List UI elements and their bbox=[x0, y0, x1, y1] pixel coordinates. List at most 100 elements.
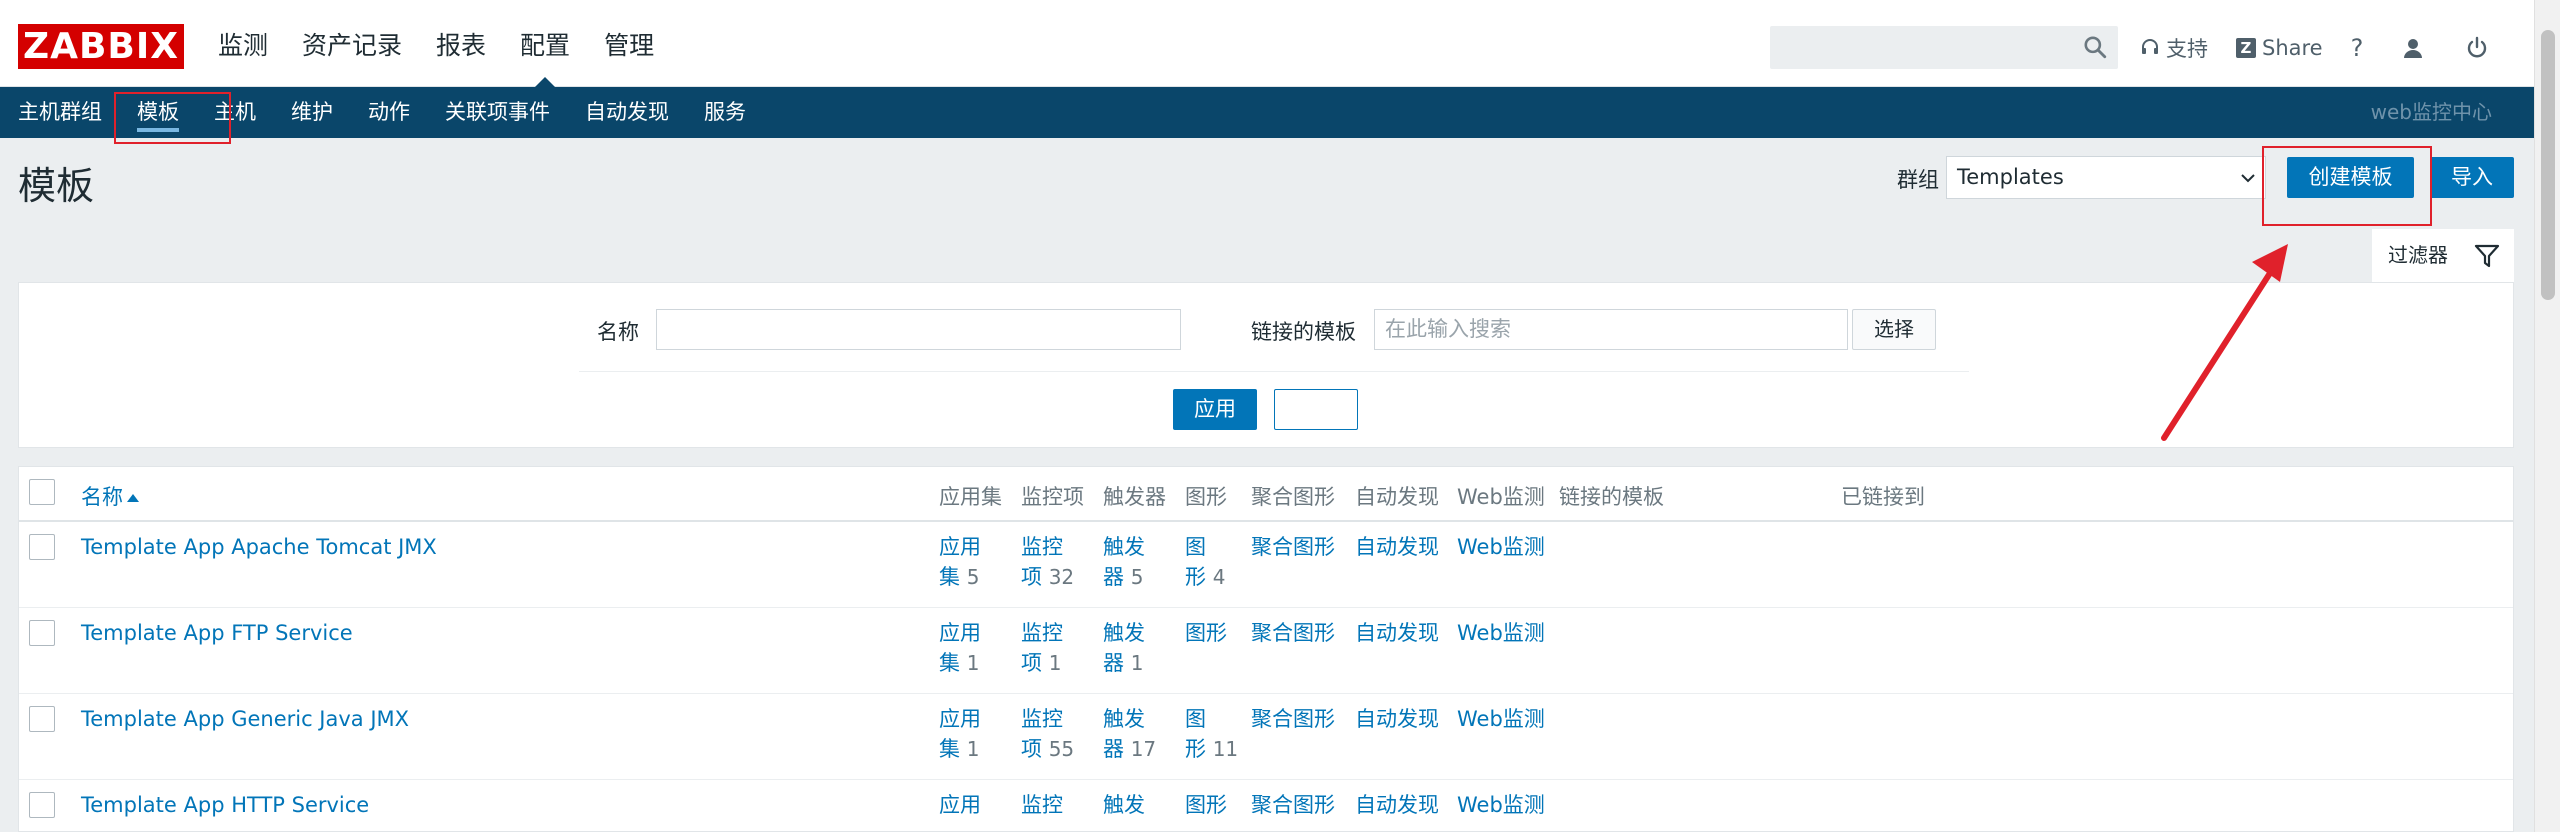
global-search-input[interactable] bbox=[1770, 26, 2118, 69]
discovery-link[interactable]: 自动发现 bbox=[1355, 618, 1439, 648]
apps-link[interactable]: 应用集 5 bbox=[939, 532, 981, 592]
items-link[interactable]: 监控 bbox=[1021, 790, 1063, 820]
graphs-link[interactable]: 图形 11 bbox=[1185, 704, 1238, 764]
sort-asc-icon bbox=[127, 494, 139, 502]
main-nav: 监测 资产记录 报表 配置 管理 bbox=[218, 0, 688, 87]
subnav-maintenance[interactable]: 维护 bbox=[291, 87, 333, 138]
annotation-box-templates bbox=[114, 92, 231, 144]
discovery-link[interactable]: 自动发现 bbox=[1355, 790, 1439, 820]
share-z-icon: Z bbox=[2236, 37, 2256, 58]
header-apps: 应用集 bbox=[939, 485, 1002, 509]
apply-button[interactable]: 应用 bbox=[1173, 389, 1257, 430]
share-label: Share bbox=[2262, 35, 2323, 60]
row-checkbox[interactable] bbox=[29, 792, 55, 818]
share-link[interactable]: Z Share bbox=[2236, 36, 2323, 60]
select-all-checkbox[interactable] bbox=[29, 479, 55, 505]
help-link[interactable]: ? bbox=[2351, 34, 2364, 62]
discovery-link[interactable]: 自动发现 bbox=[1355, 704, 1439, 734]
row-checkbox[interactable] bbox=[29, 706, 55, 732]
header-discovery: 自动发现 bbox=[1355, 485, 1439, 509]
filter-name-input[interactable] bbox=[656, 309, 1181, 350]
group-select-value: Templates bbox=[1957, 165, 2064, 189]
support-link[interactable]: 支持 bbox=[2140, 33, 2208, 63]
template-name-link[interactable]: Template App HTTP Service bbox=[81, 790, 369, 820]
table-header: 名称 应用集 监控项 触发器 图形 聚合图形 自动发现 Web监测 链接的模板 … bbox=[19, 467, 2513, 522]
subnav-discovery[interactable]: 自动发现 bbox=[585, 87, 669, 138]
filter-name-label: 名称 bbox=[597, 320, 639, 344]
subnav-services[interactable]: 服务 bbox=[704, 87, 746, 138]
row-checkbox[interactable] bbox=[29, 534, 55, 560]
template-name-link[interactable]: Template App Generic Java JMX bbox=[81, 704, 409, 734]
template-name-link[interactable]: Template App FTP Service bbox=[81, 618, 353, 648]
reset-button[interactable] bbox=[1274, 389, 1358, 430]
screens-link[interactable]: 聚合图形 bbox=[1251, 790, 1335, 820]
items-link[interactable]: 监控项 32 bbox=[1021, 532, 1074, 592]
subnav-correlation[interactable]: 关联项事件 bbox=[445, 87, 550, 138]
headset-icon bbox=[2142, 38, 2158, 54]
items-link[interactable]: 监控项 1 bbox=[1021, 618, 1063, 678]
web-link[interactable]: Web监测 bbox=[1457, 704, 1545, 734]
discovery-link[interactable]: 自动发现 bbox=[1355, 532, 1439, 562]
items-link[interactable]: 监控项 55 bbox=[1021, 704, 1074, 764]
search-icon[interactable] bbox=[2082, 34, 2108, 60]
profile-link[interactable] bbox=[2401, 36, 2431, 60]
header-graphs: 图形 bbox=[1185, 485, 1227, 509]
header-items: 监控项 bbox=[1021, 485, 1084, 509]
filter-icon bbox=[2474, 244, 2500, 268]
group-select[interactable]: Templates bbox=[1946, 156, 2266, 199]
filter-divider bbox=[579, 371, 1969, 372]
nav-monitoring[interactable]: 监测 bbox=[218, 0, 268, 87]
graphs-link[interactable]: 图形 4 bbox=[1185, 532, 1225, 592]
scrollbar-thumb[interactable] bbox=[2541, 30, 2555, 300]
header-links: 支持 Z Share ? bbox=[2140, 26, 2523, 69]
table-row: Template App HTTP Service 应用 监控 触发 图形 聚合… bbox=[19, 780, 2513, 831]
row-checkbox[interactable] bbox=[29, 620, 55, 646]
nav-inventory[interactable]: 资产记录 bbox=[302, 0, 402, 87]
filter-linked-input[interactable]: 在此输入搜索 bbox=[1374, 309, 1848, 350]
table-row: Template App Apache Tomcat JMX 应用集 5 监控项… bbox=[19, 522, 2513, 608]
filter-tab-label: 过滤器 bbox=[2388, 243, 2448, 267]
apps-link[interactable]: 应用集 1 bbox=[939, 704, 981, 764]
web-link[interactable]: Web监测 bbox=[1457, 790, 1545, 820]
power-icon bbox=[2468, 36, 2487, 57]
chevron-down-icon bbox=[2241, 174, 2255, 183]
top-header: ZABBIX 监测 资产记录 报表 配置 管理 支持 Z Share ? bbox=[0, 0, 2534, 87]
group-label: 群组 bbox=[1897, 168, 1939, 192]
import-button[interactable]: 导入 bbox=[2430, 157, 2514, 198]
filter-tab[interactable]: 过滤器 bbox=[2372, 229, 2514, 282]
web-link[interactable]: Web监测 bbox=[1457, 532, 1545, 562]
triggers-link[interactable]: 触发器 17 bbox=[1103, 704, 1156, 764]
user-icon bbox=[2404, 38, 2423, 58]
nav-reports[interactable]: 报表 bbox=[436, 0, 486, 87]
select-button[interactable]: 选择 bbox=[1852, 309, 1936, 350]
sub-nav: 主机群组 模板 主机 维护 动作 关联项事件 自动发现 服务 web监控中心 bbox=[0, 87, 2534, 138]
page-title: 模板 bbox=[18, 164, 95, 208]
page-scrollbar[interactable] bbox=[2534, 0, 2560, 832]
triggers-link[interactable]: 触发器 5 bbox=[1103, 532, 1145, 592]
header-name[interactable]: 名称 bbox=[81, 481, 139, 511]
subnav-actions[interactable]: 动作 bbox=[368, 87, 410, 138]
table-row: Template App FTP Service 应用集 1 监控项 1 触发器… bbox=[19, 608, 2513, 694]
graphs-link[interactable]: 图形 bbox=[1185, 790, 1227, 820]
subnav-host-groups[interactable]: 主机群组 bbox=[18, 87, 102, 138]
web-link[interactable]: Web监测 bbox=[1457, 618, 1545, 648]
annotation-box-create bbox=[2262, 146, 2432, 226]
server-name: web监控中心 bbox=[2370, 100, 2492, 124]
help-icon: ? bbox=[2350, 33, 2364, 62]
zabbix-logo[interactable]: ZABBIX bbox=[18, 24, 184, 69]
header-triggers: 触发器 bbox=[1103, 485, 1166, 509]
header-web: Web监测 bbox=[1457, 485, 1545, 509]
apps-link[interactable]: 应用 bbox=[939, 790, 981, 820]
header-linked-to: 已链接到 bbox=[1841, 485, 1925, 509]
logout-link[interactable] bbox=[2465, 36, 2495, 60]
triggers-link[interactable]: 触发器 1 bbox=[1103, 618, 1145, 678]
screens-link[interactable]: 聚合图形 bbox=[1251, 532, 1335, 562]
screens-link[interactable]: 聚合图形 bbox=[1251, 704, 1335, 734]
graphs-link[interactable]: 图形 bbox=[1185, 618, 1227, 648]
screens-link[interactable]: 聚合图形 bbox=[1251, 618, 1335, 648]
nav-configuration[interactable]: 配置 bbox=[520, 0, 570, 87]
triggers-link[interactable]: 触发 bbox=[1103, 790, 1145, 820]
apps-link[interactable]: 应用集 1 bbox=[939, 618, 981, 678]
nav-administration[interactable]: 管理 bbox=[604, 0, 654, 87]
template-name-link[interactable]: Template App Apache Tomcat JMX bbox=[81, 532, 437, 562]
